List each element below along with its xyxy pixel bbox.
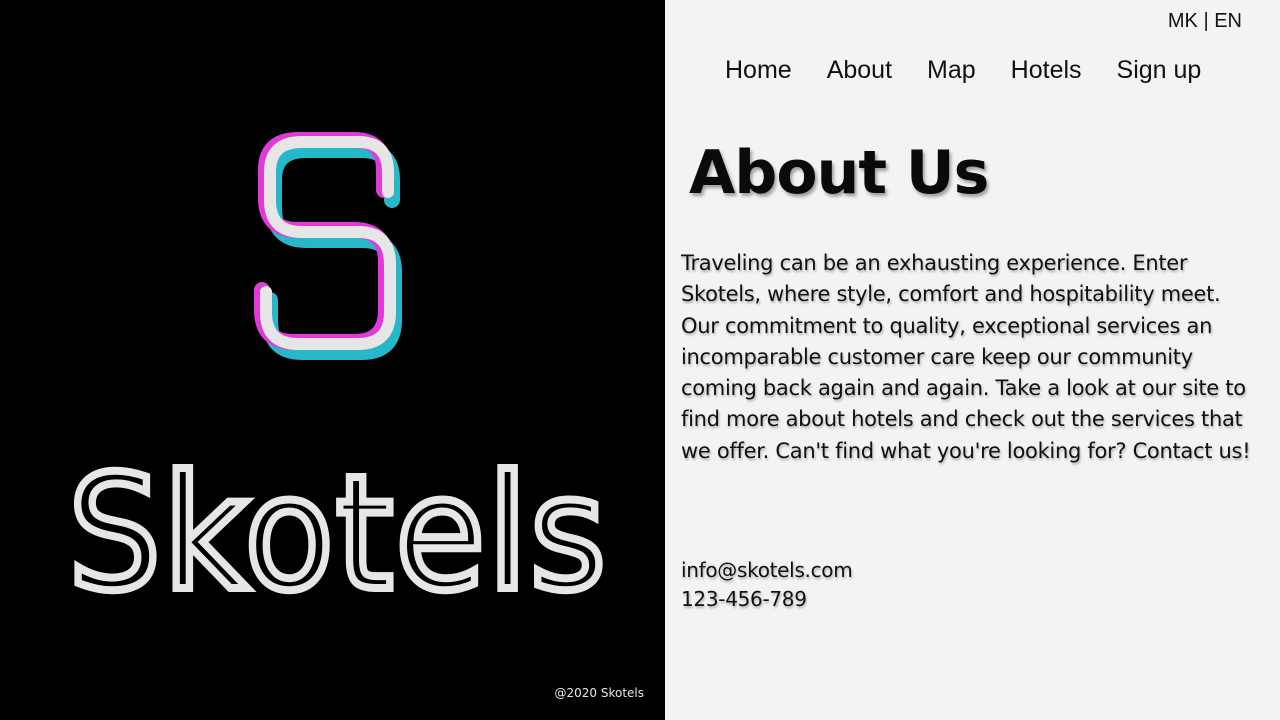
page-title: About Us xyxy=(689,138,989,208)
lang-en-link[interactable]: EN xyxy=(1214,10,1242,32)
skotels-logo-icon xyxy=(254,132,402,360)
content-panel: MK | EN Home About Map Hotels Sign up Ab… xyxy=(665,0,1280,720)
contact-info: info@skotels.com 123-456-789 xyxy=(681,556,853,614)
nav-map[interactable]: Map xyxy=(927,56,976,85)
language-switch: MK | EN xyxy=(1168,10,1242,33)
contact-phone[interactable]: 123-456-789 xyxy=(681,585,852,614)
about-paragraph: Traveling can be an exhausting experienc… xyxy=(681,251,1251,463)
wordmark-text: Skotels xyxy=(68,452,608,602)
main-nav: Home About Map Hotels Sign up xyxy=(725,56,1201,85)
lang-mk-link[interactable]: MK xyxy=(1168,10,1198,32)
nav-hotels[interactable]: Hotels xyxy=(1011,56,1082,85)
copyright-text: @2020 Skotels xyxy=(554,686,644,700)
lang-separator: | xyxy=(1197,10,1215,32)
nav-sign-up[interactable]: Sign up xyxy=(1117,56,1202,85)
brand-panel: Skotels @2020 Skotels xyxy=(0,0,665,720)
contact-email[interactable]: info@skotels.com xyxy=(681,556,853,585)
nav-home[interactable]: Home xyxy=(725,56,792,85)
nav-about[interactable]: About xyxy=(827,56,892,85)
skotels-wordmark: Skotels xyxy=(64,452,610,602)
